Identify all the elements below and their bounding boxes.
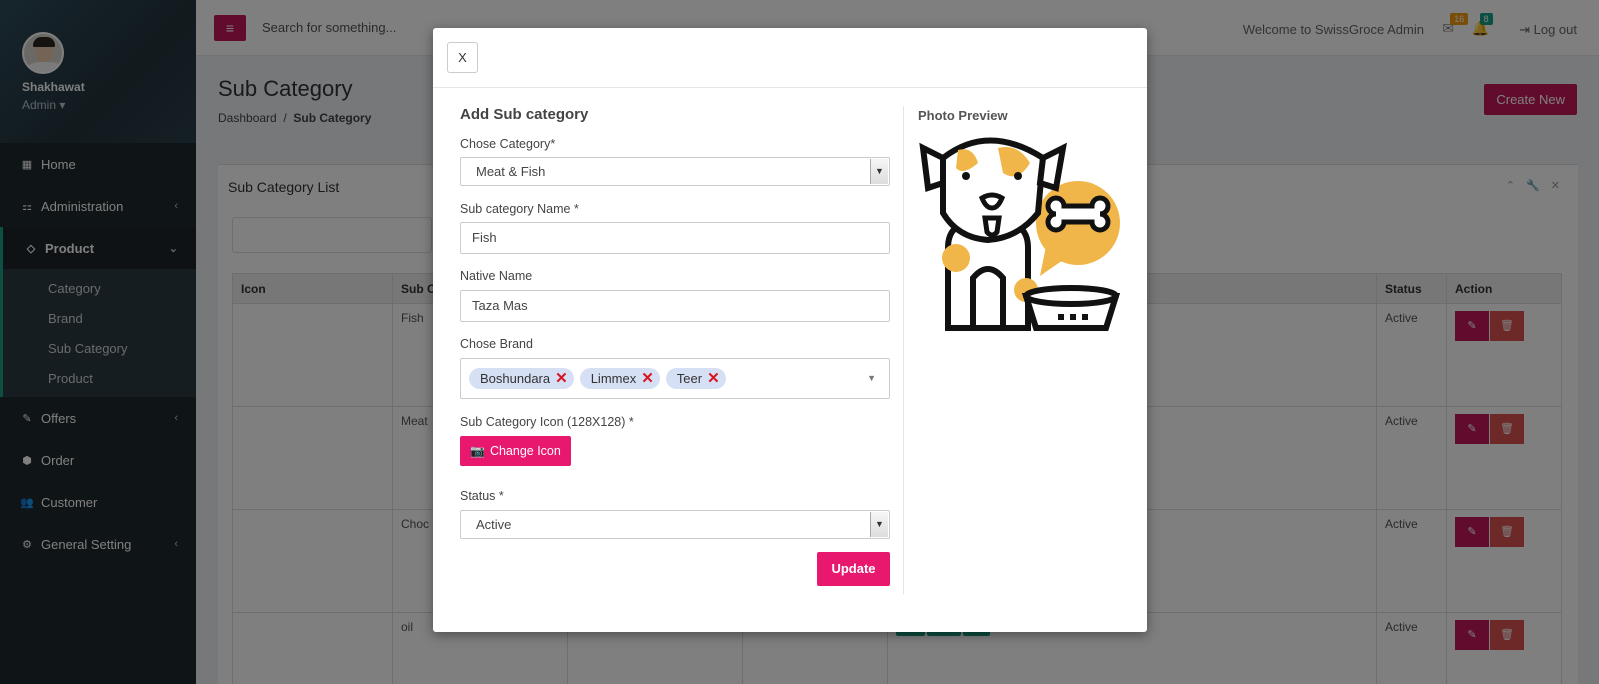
native-name-label: Native Name	[460, 269, 533, 283]
remove-icon[interactable]: ✕	[555, 371, 568, 386]
modal-divider	[903, 106, 904, 594]
caret-down-icon[interactable]: ▼	[867, 373, 876, 383]
add-sub-category-modal: X Add Sub category Chose Category* Meat …	[433, 28, 1147, 632]
dog-preview-image	[919, 137, 1121, 331]
category-label: Chose Category*	[460, 137, 556, 151]
brand-chip-label: Limmex	[590, 371, 637, 386]
sub-category-form: Add Sub category Chose Category* Meat & …	[460, 106, 890, 602]
camera-icon: 📷	[470, 444, 485, 458]
name-label: Sub category Name *	[460, 202, 579, 216]
status-label: Status *	[460, 489, 504, 503]
native-name-input[interactable]: Taza Mas	[460, 290, 890, 322]
remove-icon[interactable]: ✕	[707, 371, 720, 386]
icon-label: Sub Category Icon (128X128) *	[460, 415, 634, 429]
brand-chip: Teer ✕	[665, 368, 726, 389]
category-value: Meat & Fish	[476, 164, 546, 179]
status-select[interactable]: Active ▼	[460, 510, 890, 539]
brand-label: Chose Brand	[460, 337, 533, 351]
change-icon-button[interactable]: 📷 Change Icon	[460, 436, 571, 466]
chevron-down-icon: ▼	[870, 159, 888, 184]
brand-chip: Boshundara ✕	[469, 368, 574, 389]
remove-icon[interactable]: ✕	[641, 371, 654, 386]
update-button[interactable]: Update	[817, 552, 890, 586]
brand-chip-label: Teer	[676, 371, 703, 386]
preview-title: Photo Preview	[918, 108, 1008, 123]
chevron-down-icon: ▼	[870, 512, 888, 537]
brand-chip: Limmex ✕	[579, 368, 660, 389]
modal-header: X	[433, 28, 1147, 88]
name-input[interactable]: Fish	[460, 222, 890, 254]
form-title: Add Sub category	[460, 106, 589, 123]
category-select[interactable]: Meat & Fish ▼	[460, 157, 890, 186]
close-button[interactable]: X	[447, 42, 478, 73]
brand-multiselect[interactable]: Boshundara ✕ Limmex ✕ Teer ✕ ▼	[460, 358, 890, 399]
status-value: Active	[476, 517, 512, 532]
brand-chip-label: Boshundara	[480, 371, 551, 386]
change-icon-label: Change Icon	[489, 444, 561, 458]
photo-preview: Photo Preview	[918, 108, 1128, 341]
